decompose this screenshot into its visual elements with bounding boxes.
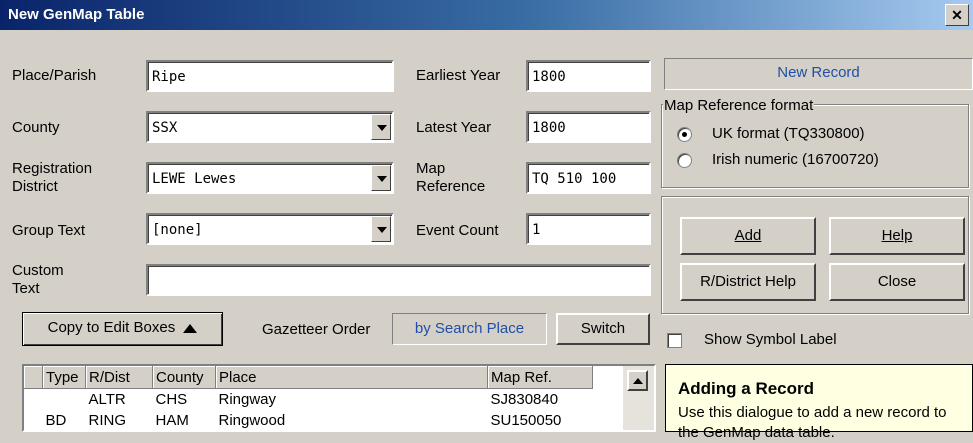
table-header-row: Type R/Dist County Place Map Ref. bbox=[24, 366, 593, 389]
uk-format-radio[interactable] bbox=[677, 127, 692, 142]
cell-mapref: SJ830840 bbox=[490, 391, 559, 408]
cell-place: Ringway bbox=[218, 391, 277, 408]
add-button-label: Add bbox=[734, 227, 762, 244]
event-count-input[interactable]: 1 bbox=[526, 213, 651, 245]
custom-label-line1: Custom bbox=[12, 262, 64, 279]
column-header-type[interactable]: Type bbox=[42, 366, 86, 389]
gazetteer-table: Type R/Dist County Place Map Ref. ALTR C… bbox=[24, 366, 593, 430]
county-select[interactable]: SSX bbox=[146, 111, 394, 143]
cell-place: Ringwood bbox=[218, 412, 286, 429]
earliest-year-input[interactable]: 1800 bbox=[526, 60, 651, 92]
gazetteer-list[interactable]: Type R/Dist County Place Map Ref. ALTR C… bbox=[22, 364, 656, 432]
eventcount-label: Event Count bbox=[416, 222, 499, 239]
switch-button-label: Switch bbox=[580, 320, 626, 337]
custom-text-input[interactable] bbox=[146, 264, 651, 296]
scroll-up-icon[interactable] bbox=[627, 370, 648, 391]
irish-format-label: Irish numeric (16700720) bbox=[712, 151, 879, 168]
help-panel-text: Use this dialogue to add a new record to… bbox=[678, 404, 947, 441]
close-icon: ✕ bbox=[951, 7, 963, 23]
uk-format-label: UK format (TQ330800) bbox=[712, 125, 865, 142]
help-button[interactable]: Help bbox=[829, 217, 965, 255]
regdist-label-line1: Registration bbox=[12, 160, 93, 177]
gazetteer-order-value: by Search Place bbox=[392, 313, 547, 345]
copy-to-edit-boxes-button[interactable]: Copy to Edit Boxes bbox=[22, 312, 223, 346]
help-button-label: Help bbox=[881, 227, 913, 244]
chevron-down-icon[interactable] bbox=[371, 114, 391, 140]
cell-type bbox=[43, 389, 86, 411]
mapref-label-line1: Map bbox=[416, 160, 446, 177]
table-row[interactable]: BD RING HAM Ringwood SU150050 bbox=[24, 410, 593, 430]
show-symbol-label: Show Symbol Label bbox=[704, 331, 837, 348]
mapref-label-line2: Reference bbox=[416, 178, 486, 195]
mapref-input[interactable]: TQ 510 100 bbox=[526, 162, 651, 194]
table-row[interactable]: ALTR CHS Ringway SJ830840 bbox=[24, 389, 593, 411]
cell-marker bbox=[24, 389, 43, 411]
title-bar: New GenMap Table ✕ bbox=[0, 0, 973, 30]
cell-county: HAM bbox=[155, 412, 189, 429]
latest-year-input[interactable]: 1800 bbox=[526, 111, 651, 143]
county-select-value: SSX bbox=[152, 120, 178, 136]
column-header-place[interactable]: Place bbox=[215, 366, 488, 389]
cell-marker bbox=[24, 410, 43, 430]
window-title: New GenMap Table bbox=[8, 6, 145, 23]
map-format-group bbox=[661, 104, 969, 188]
regdist-label-line2: District bbox=[12, 178, 58, 195]
place-label: Place/Parish bbox=[12, 67, 97, 84]
column-header-county[interactable]: County bbox=[152, 366, 216, 389]
close-button-label: Close bbox=[877, 273, 917, 290]
close-window-button[interactable]: ✕ bbox=[945, 4, 969, 26]
cell-rdist: RING bbox=[88, 412, 127, 429]
help-panel: Adding a Record Use this dialogue to add… bbox=[665, 364, 973, 441]
triangle-up-icon bbox=[183, 323, 198, 333]
gazetteer-order-label: Gazetteer Order bbox=[262, 321, 371, 338]
group-label: Group Text bbox=[12, 222, 86, 239]
new-record-label: New Record bbox=[664, 58, 973, 90]
rdist-help-button[interactable]: R/District Help bbox=[680, 263, 816, 301]
column-header-mapref[interactable]: Map Ref. bbox=[487, 366, 593, 389]
cell-mapref: SU150050 bbox=[490, 412, 562, 429]
irish-format-radio[interactable] bbox=[677, 153, 692, 168]
column-header-rdist[interactable]: R/Dist bbox=[85, 366, 153, 389]
custom-label-line2: Text bbox=[12, 280, 40, 297]
earliest-label: Earliest Year bbox=[416, 67, 501, 84]
place-input[interactable]: Ripe bbox=[146, 60, 394, 92]
add-button[interactable]: Add bbox=[680, 217, 816, 255]
group-select[interactable]: [none] bbox=[146, 213, 394, 245]
help-panel-title: Adding a Record bbox=[678, 379, 815, 398]
latest-label: Latest Year bbox=[416, 119, 492, 136]
chevron-down-icon[interactable] bbox=[371, 165, 391, 191]
cell-county: CHS bbox=[155, 391, 188, 408]
regdist-select[interactable]: LEWE Lewes bbox=[146, 162, 394, 194]
cell-rdist: ALTR bbox=[88, 391, 126, 408]
map-format-title: Map Reference format bbox=[663, 97, 815, 115]
vertical-scrollbar[interactable] bbox=[623, 366, 654, 430]
switch-button[interactable]: Switch bbox=[556, 313, 650, 345]
show-symbol-checkbox[interactable] bbox=[667, 333, 682, 348]
regdist-select-value: LEWE Lewes bbox=[152, 171, 237, 187]
rdist-help-button-label: R/District Help bbox=[700, 273, 796, 290]
close-button[interactable]: Close bbox=[829, 263, 965, 301]
chevron-down-icon[interactable] bbox=[371, 216, 391, 242]
group-select-value: [none] bbox=[152, 222, 203, 238]
county-label: County bbox=[12, 119, 60, 136]
cell-type: BD bbox=[45, 412, 67, 429]
copy-button-label: Copy to Edit Boxes bbox=[47, 319, 176, 336]
column-header-marker[interactable] bbox=[24, 366, 43, 389]
